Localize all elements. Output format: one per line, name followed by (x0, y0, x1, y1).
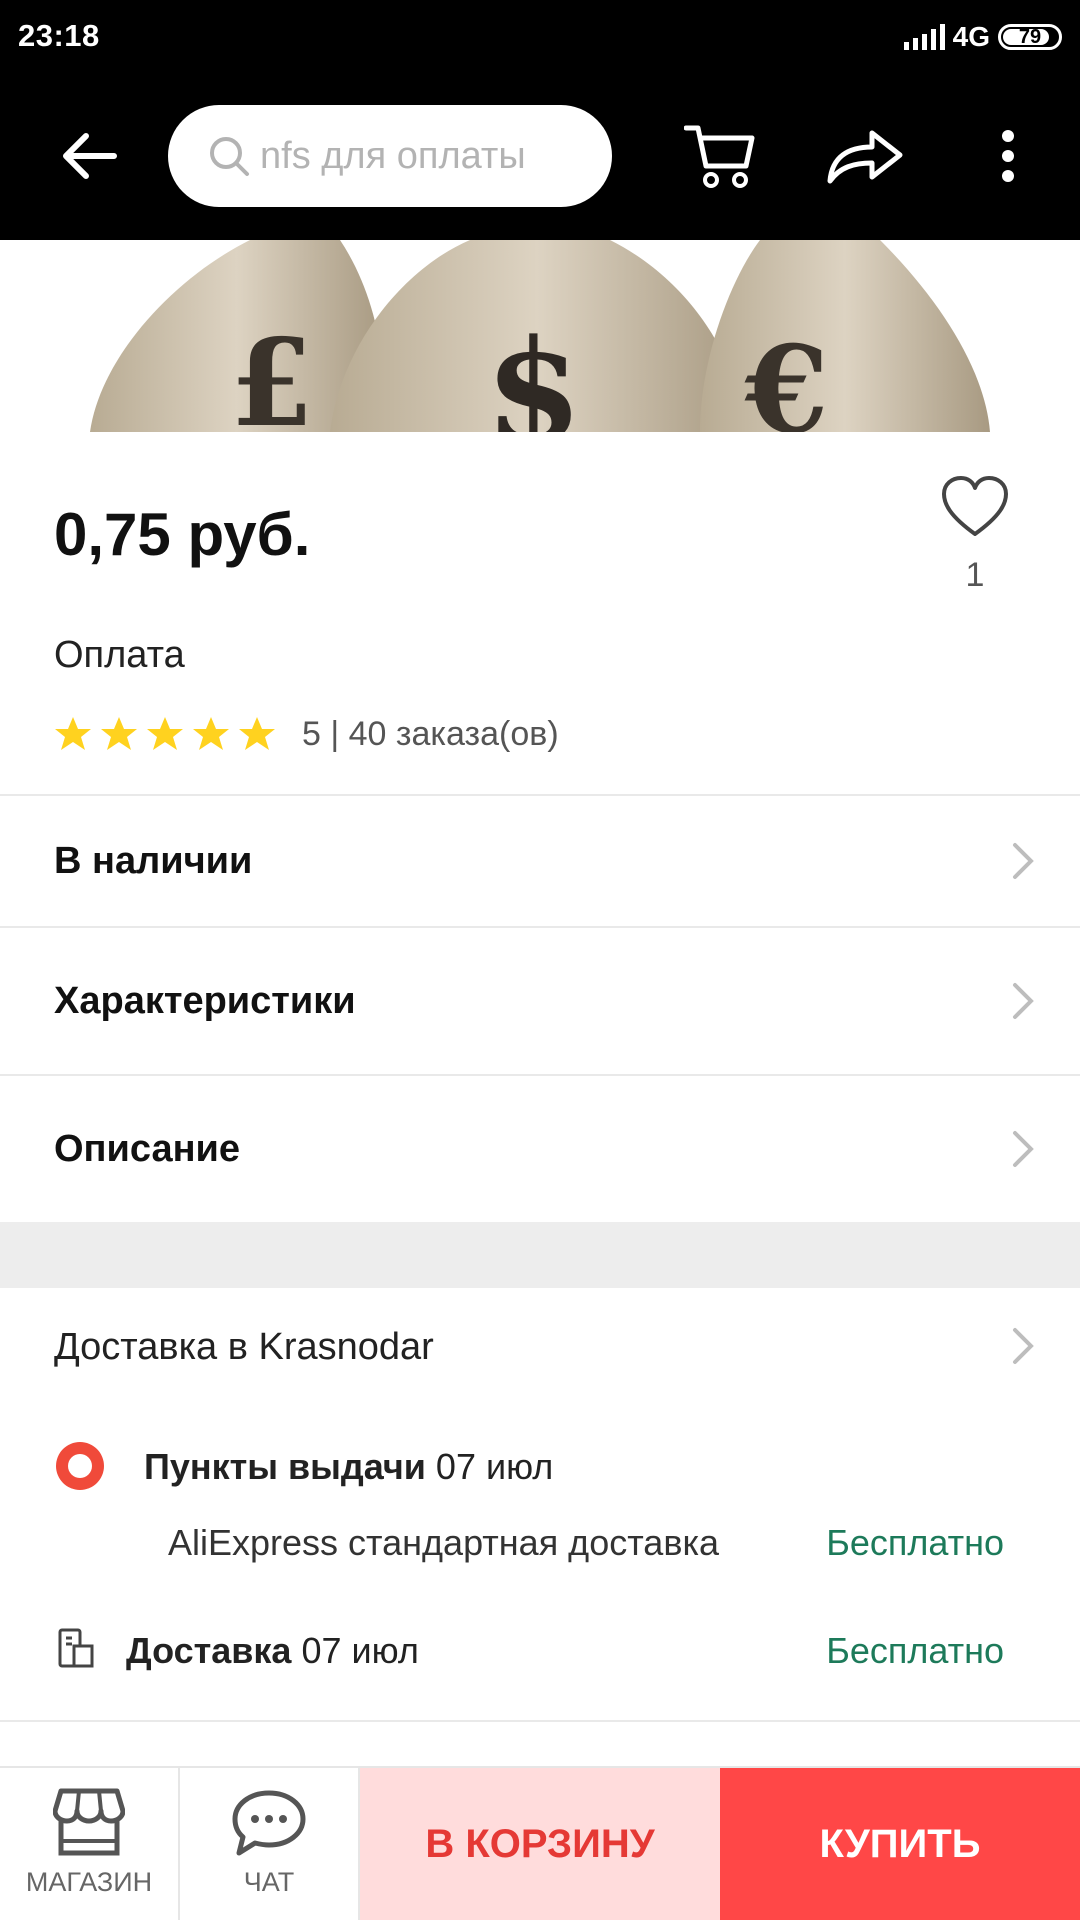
store-tab[interactable]: МАГАЗИН (0, 1768, 180, 1920)
signal-icon (903, 24, 945, 50)
product-image[interactable]: £ $ € (0, 240, 1080, 432)
courier-date: 07 июл (291, 1630, 419, 1671)
description-label: Описание (54, 1127, 241, 1170)
add-to-cart-button[interactable]: В КОРЗИНУ (360, 1768, 720, 1920)
chevron-right-icon (1013, 843, 1034, 879)
star-icon (193, 717, 229, 750)
rating-and-orders: 5 | 40 заказа(ов) (302, 714, 559, 753)
standard-shipping-price: Бесплатно (826, 1522, 1004, 1563)
chat-icon (232, 1790, 306, 1856)
courier-label: Доставка (126, 1630, 292, 1671)
wishlist-button[interactable] (940, 474, 1010, 544)
wishlist-count: 1 (965, 556, 985, 594)
availability-label: В наличии (54, 839, 253, 882)
standard-shipping-method: AliExpress стандартная доставка (168, 1522, 720, 1563)
more-vertical-icon (1002, 130, 1014, 182)
divider (0, 1720, 1080, 1722)
search-query: nfs для оплаты (260, 134, 526, 177)
store-icon (53, 1788, 125, 1856)
courier-delivery-icon (58, 1628, 94, 1668)
battery-level: 79 (1018, 25, 1042, 48)
svg-text:$: $ (485, 310, 582, 432)
svg-text:£: £ (230, 313, 314, 432)
status-bar: 23:18 4G 79 (0, 0, 1080, 72)
description-row[interactable]: Описание (0, 1076, 1080, 1222)
back-button[interactable] (50, 116, 130, 196)
svg-text:€: € (744, 320, 829, 432)
chat-tab[interactable]: ЧАТ (180, 1768, 360, 1920)
delivery-title: Доставка в Krasnodar (54, 1326, 434, 1368)
cart-button[interactable] (680, 116, 760, 196)
section-separator (0, 1222, 1080, 1288)
product-rating[interactable]: 5 | 40 заказа(ов) (54, 712, 559, 756)
courier-option[interactable]: Доставка 07 июл (126, 1630, 419, 1672)
availability-row[interactable]: В наличии (0, 796, 1080, 926)
specs-row[interactable]: Характеристики (0, 928, 1080, 1074)
bottom-action-bar: МАГАЗИН ЧАТ В КОРЗИНУ КУПИТЬ (0, 1766, 1080, 1920)
product-price: 0,75 руб. (54, 501, 311, 568)
battery-icon: 79 (998, 24, 1062, 50)
cart-icon (684, 125, 755, 188)
pickup-option[interactable]: Пункты выдачи 07 июл (144, 1446, 553, 1488)
specs-label: Характеристики (54, 979, 356, 1022)
status-indicators: 4G 79 (903, 20, 1062, 54)
share-icon (827, 130, 903, 184)
chat-label: ЧАТ (243, 1867, 295, 1897)
money-bags-image: £ $ € (0, 240, 1080, 432)
chevron-right-icon (1013, 1328, 1034, 1364)
rating-stars (54, 716, 276, 752)
more-menu-button[interactable] (980, 116, 1036, 196)
share-button[interactable] (820, 116, 910, 196)
pickup-date: 07 июл (425, 1446, 554, 1487)
star-icon (101, 717, 137, 750)
status-time: 23:18 (18, 18, 100, 53)
buy-now-button[interactable]: КУПИТЬ (720, 1768, 1080, 1920)
pickup-point-icon (56, 1442, 104, 1490)
courier-price: Бесплатно (826, 1630, 1004, 1671)
network-type: 4G (952, 21, 990, 52)
pickup-label: Пункты выдачи (144, 1446, 426, 1487)
search-input[interactable]: nfs для оплаты (168, 105, 612, 207)
back-arrow-icon (63, 133, 117, 179)
search-icon (210, 137, 249, 176)
product-title: Оплата (54, 634, 185, 676)
chevron-right-icon (1013, 983, 1034, 1019)
chevron-right-icon (1013, 1131, 1034, 1167)
star-icon (239, 717, 275, 750)
star-icon (55, 717, 91, 750)
heart-icon (942, 476, 1008, 536)
store-label: МАГАЗИН (25, 1867, 153, 1897)
delivery-row[interactable]: Доставка в Krasnodar (0, 1288, 1080, 1404)
top-app-bar: nfs для оплаты (0, 72, 1080, 240)
star-icon (147, 717, 183, 750)
